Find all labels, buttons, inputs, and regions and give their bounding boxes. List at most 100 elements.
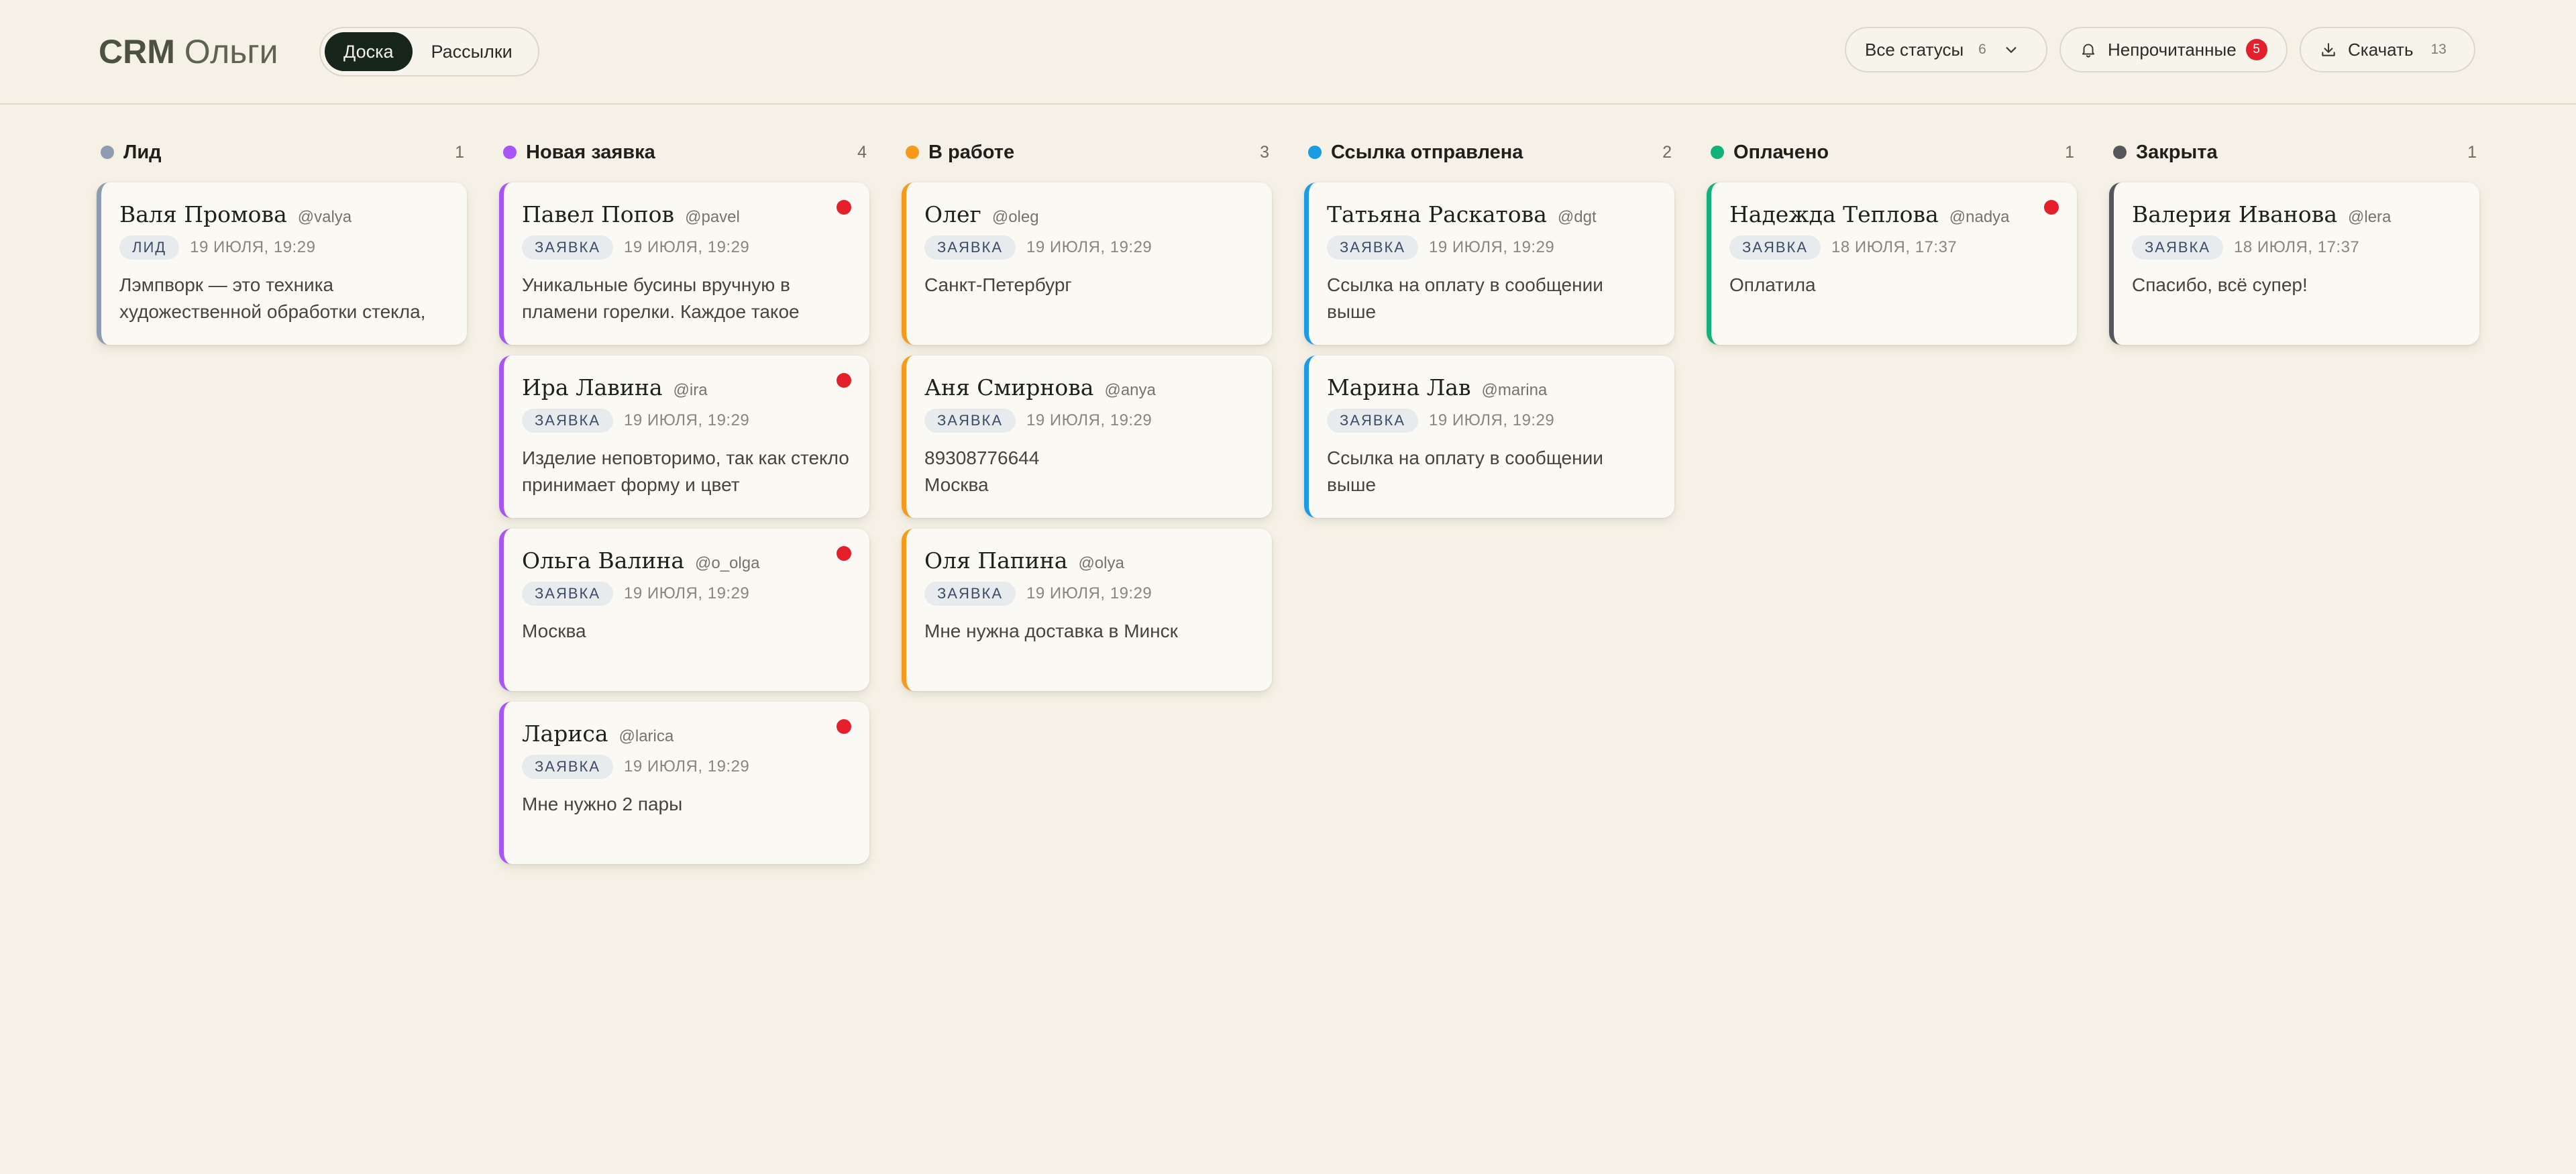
message-preview: Уникальные бусины вручную в пламени горе…: [522, 274, 800, 322]
message-preview: Санкт-Петербург: [924, 274, 1072, 295]
status-dot-icon: [1308, 146, 1322, 159]
lead-card[interactable]: Ольга Валина @o_olga ЗАЯВКА 19 ИЮЛЯ, 19:29 М…: [499, 529, 869, 691]
contact-username: @valya: [297, 208, 352, 226]
contact-username: @olya: [1078, 554, 1124, 572]
contact-name: Ира Лавина: [522, 374, 663, 401]
column-count: 4: [857, 142, 867, 162]
lead-card[interactable]: Татьяна Раскатова @dgt ЗАЯВКА 19 ИЮЛЯ, 19:2…: [1304, 182, 1674, 345]
column-title: Новая заявка: [526, 141, 655, 163]
status-tag: ЗАЯВКА: [924, 409, 1016, 433]
column-title: Закрыта: [2136, 141, 2218, 163]
card-list: Олег @oleg ЗАЯВКА 19 ИЮЛЯ, 19:29 Санкт-Петер…: [902, 182, 1272, 691]
card-date: 19 ИЮЛЯ, 19:29: [624, 411, 750, 429]
contact-username: @o_olga: [695, 554, 760, 572]
download-count: 13: [2430, 42, 2447, 57]
column-header: Новая заявка 4: [499, 134, 869, 170]
card-date: 18 ИЮЛЯ, 17:37: [2234, 238, 2360, 256]
message-preview: Лэмпворк — это техника художественной об…: [119, 274, 426, 322]
status-tag: ЗАЯВКА: [924, 235, 1016, 260]
column-count: 1: [2467, 142, 2477, 162]
lead-card[interactable]: Ира Лавина @ira ЗАЯВКА 19 ИЮЛЯ, 19:29 Издели…: [499, 356, 869, 518]
contact-name: Татьяна Раскатова: [1327, 201, 1547, 227]
contact-username: @marina: [1481, 381, 1548, 399]
card-title-row: Павел Попов @pavel: [522, 201, 852, 227]
message-preview: Мне нужно 2 пары: [522, 794, 683, 814]
unread-filter-button[interactable]: Непрочитанные 5: [2059, 27, 2288, 72]
card-title-row: Валя Промова @valya: [119, 201, 449, 227]
card-meta-row: ЗАЯВКА 19 ИЮЛЯ, 19:29: [924, 582, 1254, 606]
status-filter-dropdown[interactable]: Все статусы 6: [1845, 27, 2047, 72]
unread-count-badge: 5: [2245, 39, 2267, 60]
column-header: Оплачено 1: [1707, 134, 2077, 170]
card-meta-row: ЗАЯВКА 19 ИЮЛЯ, 19:29: [522, 409, 852, 433]
status-dot-icon: [503, 146, 517, 159]
card-list: Валя Промова @valya ЛИД 19 ИЮЛЯ, 19:29 Лэмпв…: [97, 182, 467, 345]
contact-name: Ольга Валина: [522, 547, 684, 574]
status-dot-icon: [906, 146, 919, 159]
download-label: Скачать: [2348, 39, 2414, 60]
tab-mailings[interactable]: Рассылки: [413, 32, 531, 71]
card-date: 19 ИЮЛЯ, 19:29: [624, 238, 750, 256]
contact-name: Валя Промова: [119, 201, 287, 227]
lead-card[interactable]: Лариса @larica ЗАЯВКА 19 ИЮЛЯ, 19:29 Мне нуж…: [499, 702, 869, 864]
column-3: Ссылка отправлена 2 Татьяна Раскатова @dgt З…: [1304, 134, 1674, 529]
column-count: 1: [2065, 142, 2074, 162]
card-meta-row: ЗАЯВКА 19 ИЮЛЯ, 19:29: [1327, 235, 1657, 260]
column-1: Новая заявка 4 Павел Попов @pavel ЗАЯВКА 19 И…: [499, 134, 869, 875]
status-tag: ЗАЯВКА: [1327, 409, 1419, 433]
column-header: Ссылка отправлена 2: [1304, 134, 1674, 170]
lead-card[interactable]: Павел Попов @pavel ЗАЯВКА 19 ИЮЛЯ, 19:29 Уни…: [499, 182, 869, 345]
logo-strong: CRM: [99, 33, 175, 70]
column-header: Лид 1: [97, 134, 467, 170]
contact-name: Надежда Теплова: [1729, 201, 1939, 227]
message-preview: 89308776644 Москва: [924, 447, 1040, 495]
lead-card[interactable]: Олег @oleg ЗАЯВКА 19 ИЮЛЯ, 19:29 Санкт-Петер…: [902, 182, 1272, 345]
column-4: Оплачено 1 Надежда Теплова @nadya ЗАЯВКА 18 И…: [1707, 134, 2077, 356]
contact-username: @ira: [673, 381, 708, 399]
card-meta-row: ЗАЯВКА 19 ИЮЛЯ, 19:29: [1327, 409, 1657, 433]
contact-name: Аня Смирнова: [924, 374, 1094, 401]
unread-dot-icon: [837, 373, 851, 388]
card-date: 18 ИЮЛЯ, 17:37: [1831, 238, 1957, 256]
card-date: 19 ИЮЛЯ, 19:29: [624, 757, 750, 776]
unread-filter-label: Непрочитанные: [2108, 39, 2237, 60]
contact-name: Олег: [924, 201, 981, 227]
status-tag: ЗАЯВКА: [522, 755, 614, 779]
card-date: 19 ИЮЛЯ, 19:29: [1026, 238, 1152, 256]
tab-board[interactable]: Доска: [325, 32, 413, 71]
status-tag: ЗАЯВКА: [924, 582, 1016, 606]
message-preview: Оплатила: [1729, 274, 1816, 295]
card-date: 19 ИЮЛЯ, 19:29: [1026, 411, 1152, 429]
column-title: Оплачено: [1733, 141, 1829, 163]
status-tag: ЗАЯВКА: [522, 582, 614, 606]
message-preview: Москва: [522, 621, 586, 641]
column-0: Лид 1 Валя Промова @valya ЛИД 19 ИЮЛЯ, 19:29 Л…: [97, 134, 467, 356]
card-meta-row: ЗАЯВКА 19 ИЮЛЯ, 19:29: [522, 235, 852, 260]
lead-card[interactable]: Марина Лав @marina ЗАЯВКА 19 ИЮЛЯ, 19:29 Ссы…: [1304, 356, 1674, 518]
message-preview: Ссылка на оплату в сообщении выше: [1327, 274, 1603, 322]
card-list: Павел Попов @pavel ЗАЯВКА 19 ИЮЛЯ, 19:29 Уни…: [499, 182, 869, 864]
status-filter-label: Все статусы: [1865, 39, 1964, 60]
card-date: 19 ИЮЛЯ, 19:29: [1429, 238, 1555, 256]
contact-username: @anya: [1104, 381, 1156, 399]
download-button[interactable]: Скачать 13: [2300, 27, 2475, 72]
contact-username: @oleg: [991, 208, 1039, 226]
card-date: 19 ИЮЛЯ, 19:29: [624, 584, 750, 602]
message-preview: Спасибо, всё супер!: [2132, 274, 2308, 295]
lead-card[interactable]: Валерия Иванова @lera ЗАЯВКА 18 ИЮЛЯ, 17:37…: [2109, 182, 2479, 345]
lead-card[interactable]: Аня Смирнова @anya ЗАЯВКА 19 ИЮЛЯ, 19:29 893…: [902, 356, 1272, 518]
card-title-row: Татьяна Раскатова @dgt: [1327, 201, 1657, 227]
card-meta-row: ЗАЯВКА 19 ИЮЛЯ, 19:29: [522, 755, 852, 779]
card-meta-row: ЗАЯВКА 18 ИЮЛЯ, 17:37: [2132, 235, 2462, 260]
card-title-row: Ира Лавина @ira: [522, 374, 852, 401]
column-count: 2: [1662, 142, 1672, 162]
card-date: 19 ИЮЛЯ, 19:29: [1429, 411, 1555, 429]
card-title-row: Надежда Теплова @nadya: [1729, 201, 2059, 227]
column-2: В работе 3 Олег @oleg ЗАЯВКА 19 ИЮЛЯ, 19:29 Са…: [902, 134, 1272, 702]
chevron-down-icon: [2004, 42, 2019, 57]
card-title-row: Валерия Иванова @lera: [2132, 201, 2462, 227]
lead-card[interactable]: Надежда Теплова @nadya ЗАЯВКА 18 ИЮЛЯ, 17:3…: [1707, 182, 2077, 345]
lead-card[interactable]: Оля Папина @olya ЗАЯВКА 19 ИЮЛЯ, 19:29 Мне н…: [902, 529, 1272, 691]
card-title-row: Аня Смирнова @anya: [924, 374, 1254, 401]
lead-card[interactable]: Валя Промова @valya ЛИД 19 ИЮЛЯ, 19:29 Лэмпв…: [97, 182, 467, 345]
